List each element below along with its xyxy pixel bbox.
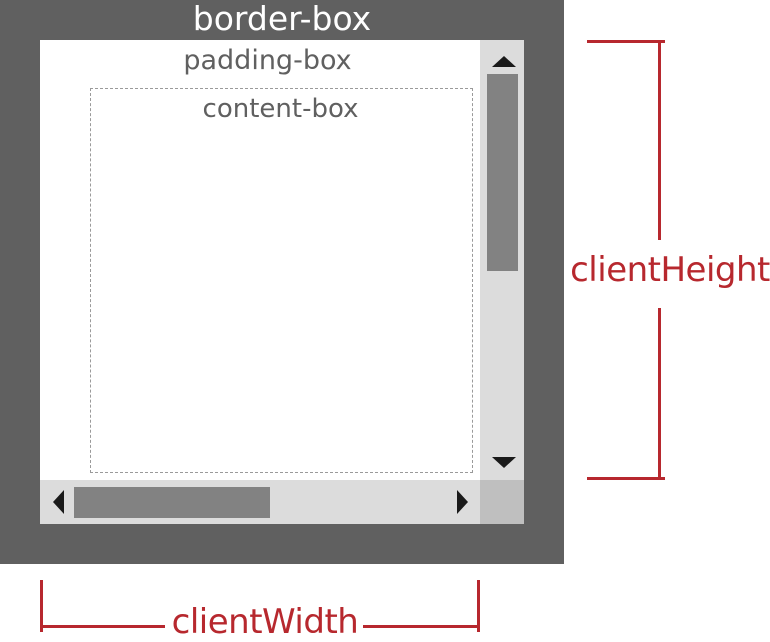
scroll-up-arrow-icon[interactable] [492,56,516,67]
client-height-bottom-tick [587,477,665,480]
client-width-right-tick [477,580,480,632]
client-height-top-line [658,40,661,240]
content-box [90,88,473,473]
horizontal-scroll-thumb[interactable] [74,487,270,518]
client-height-bottom-line [658,308,661,480]
vertical-scroll-thumb[interactable] [487,74,518,271]
client-width-left-line [40,625,165,628]
scrollbar-corner [480,480,524,524]
client-width-label: clientWidth [171,602,359,642]
client-height-top-tick [587,40,665,43]
border-box-label: border-box [192,0,372,38]
scroll-right-arrow-icon[interactable] [457,490,468,514]
content-box-label: content-box [202,94,359,124]
scroll-down-arrow-icon[interactable] [492,457,516,468]
scroll-left-arrow-icon[interactable] [53,490,64,514]
client-width-right-line [363,625,480,628]
padding-box-label: padding-box [183,45,352,76]
client-height-label: clientHeight [570,250,770,290]
